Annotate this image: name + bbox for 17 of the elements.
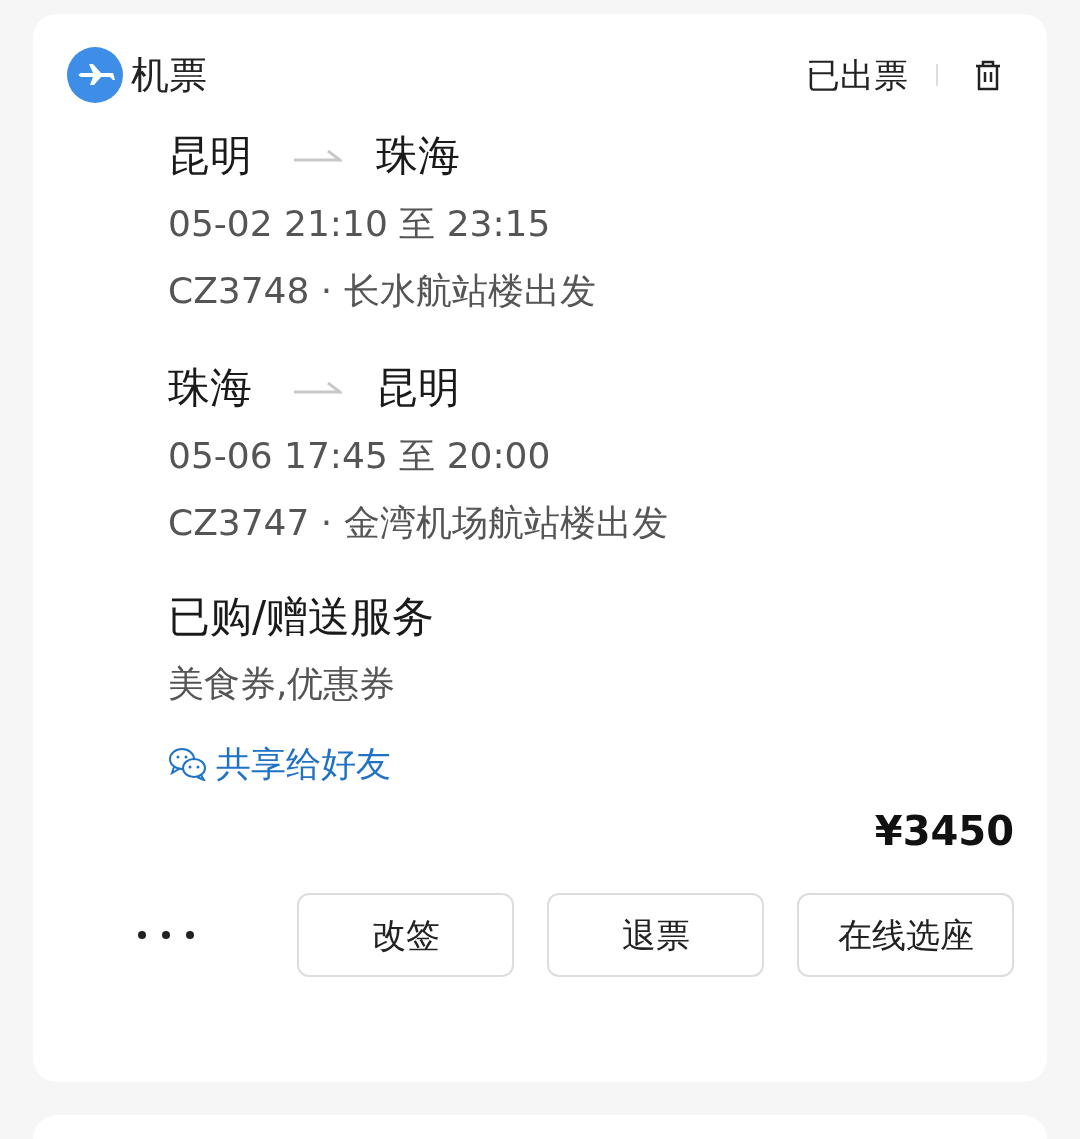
action-button[interactable]: 改签 bbox=[297, 893, 514, 977]
arrival-city: 珠海 bbox=[376, 129, 461, 182]
flight-info: CZ3748 · 长水航站楼出发 bbox=[168, 269, 597, 313]
action-button[interactable]: 退票 bbox=[547, 893, 764, 977]
departure-city: 珠海 bbox=[168, 361, 253, 414]
arrival-city: 昆明 bbox=[376, 361, 461, 414]
services-heading: 已购/赠送服务 bbox=[168, 591, 436, 643]
ticket-status: 已出票 bbox=[806, 53, 908, 97]
flight-info: CZ3747 · 金湾机场航站楼出发 bbox=[168, 501, 669, 545]
flight-time: 05-02 21:10 至 23:15 bbox=[168, 202, 552, 246]
share-link[interactable]: 共享给好友 bbox=[168, 742, 391, 786]
departure-city: 昆明 bbox=[168, 129, 253, 182]
flight-time: 05-06 17:45 至 20:00 bbox=[168, 434, 552, 478]
category-title: 机票 bbox=[131, 51, 207, 99]
services-list: 美食券,优惠券 bbox=[168, 662, 1014, 706]
action-button[interactable]: 在线选座 bbox=[797, 893, 1014, 977]
price: ¥3450 bbox=[874, 807, 1014, 856]
